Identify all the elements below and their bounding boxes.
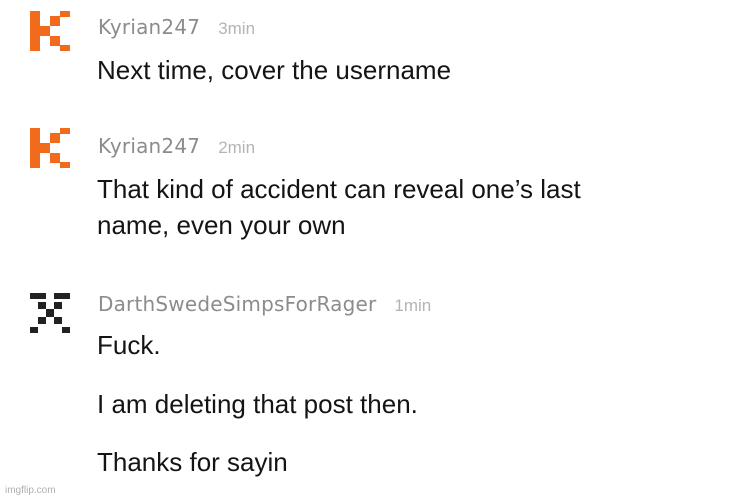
user-avatar[interactable] <box>30 128 70 168</box>
timestamp: 1min <box>394 296 432 315</box>
comment-meta: DarthSwedeSimpsForRager 1min <box>98 292 431 316</box>
comment-text: Thanks for sayin <box>97 447 288 477</box>
username-link[interactable]: Kyrian247 <box>98 15 200 39</box>
user-avatar[interactable] <box>30 11 70 51</box>
orange-k-pixel-icon <box>30 11 70 51</box>
comment-meta: Kyrian247 2min <box>98 134 255 158</box>
comment-text: name, even your own <box>97 210 346 240</box>
username-link[interactable]: Kyrian247 <box>98 134 200 158</box>
checker-pixel-icon <box>30 293 70 333</box>
comment-text: I am deleting that post then. <box>97 389 418 419</box>
orange-k-pixel-icon <box>30 128 70 168</box>
watermark: imgflip.com <box>5 485 56 496</box>
comment-text: Next time, cover the username <box>97 55 452 85</box>
username-link[interactable]: DarthSwedeSimpsForRager <box>98 292 376 316</box>
user-avatar[interactable] <box>30 293 70 333</box>
comment-text: That kind of accident can reveal one’s l… <box>97 174 581 204</box>
comment-text: Fuck. <box>97 330 161 360</box>
timestamp: 2min <box>218 138 256 157</box>
comment-meta: Kyrian247 3min <box>98 15 255 39</box>
timestamp: 3min <box>218 19 256 38</box>
